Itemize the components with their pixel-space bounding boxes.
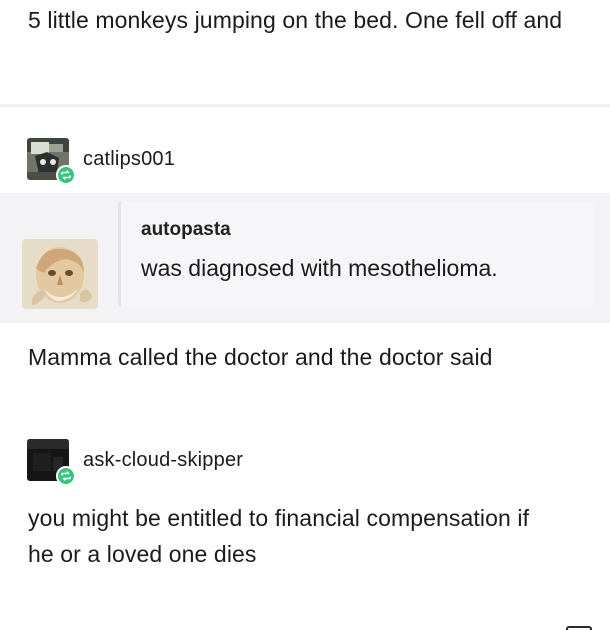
reblog-icon (56, 165, 76, 185)
post-final-text: you might be entitled to financial compe… (28, 505, 530, 567)
avatar[interactable] (27, 439, 76, 486)
tumblr-post: 5 little monkeys jumping on the bed. One… (0, 0, 610, 630)
corner-edge (566, 626, 592, 630)
quote-card: autopasta was diagnosed with mesotheliom… (118, 201, 594, 307)
reblog-username[interactable]: catlips001 (83, 148, 175, 171)
pasta-face-avatar-icon[interactable] (22, 239, 98, 309)
post-separator (0, 104, 610, 107)
quote-text: was diagnosed with mesothelioma. (141, 255, 498, 281)
avatar[interactable] (27, 138, 76, 185)
reblog-icon (56, 466, 76, 486)
reblog-username[interactable]: ask-cloud-skipper (83, 449, 243, 472)
post-middle-text: Mamma called the doctor and the doctor s… (28, 344, 493, 370)
reblog-user-row[interactable]: ask-cloud-skipper (27, 438, 243, 486)
post-intro-text: 5 little monkeys jumping on the bed. One… (28, 7, 563, 33)
reblog-user-row[interactable]: catlips001 (27, 137, 175, 185)
quote-username[interactable]: autopasta (141, 219, 231, 241)
